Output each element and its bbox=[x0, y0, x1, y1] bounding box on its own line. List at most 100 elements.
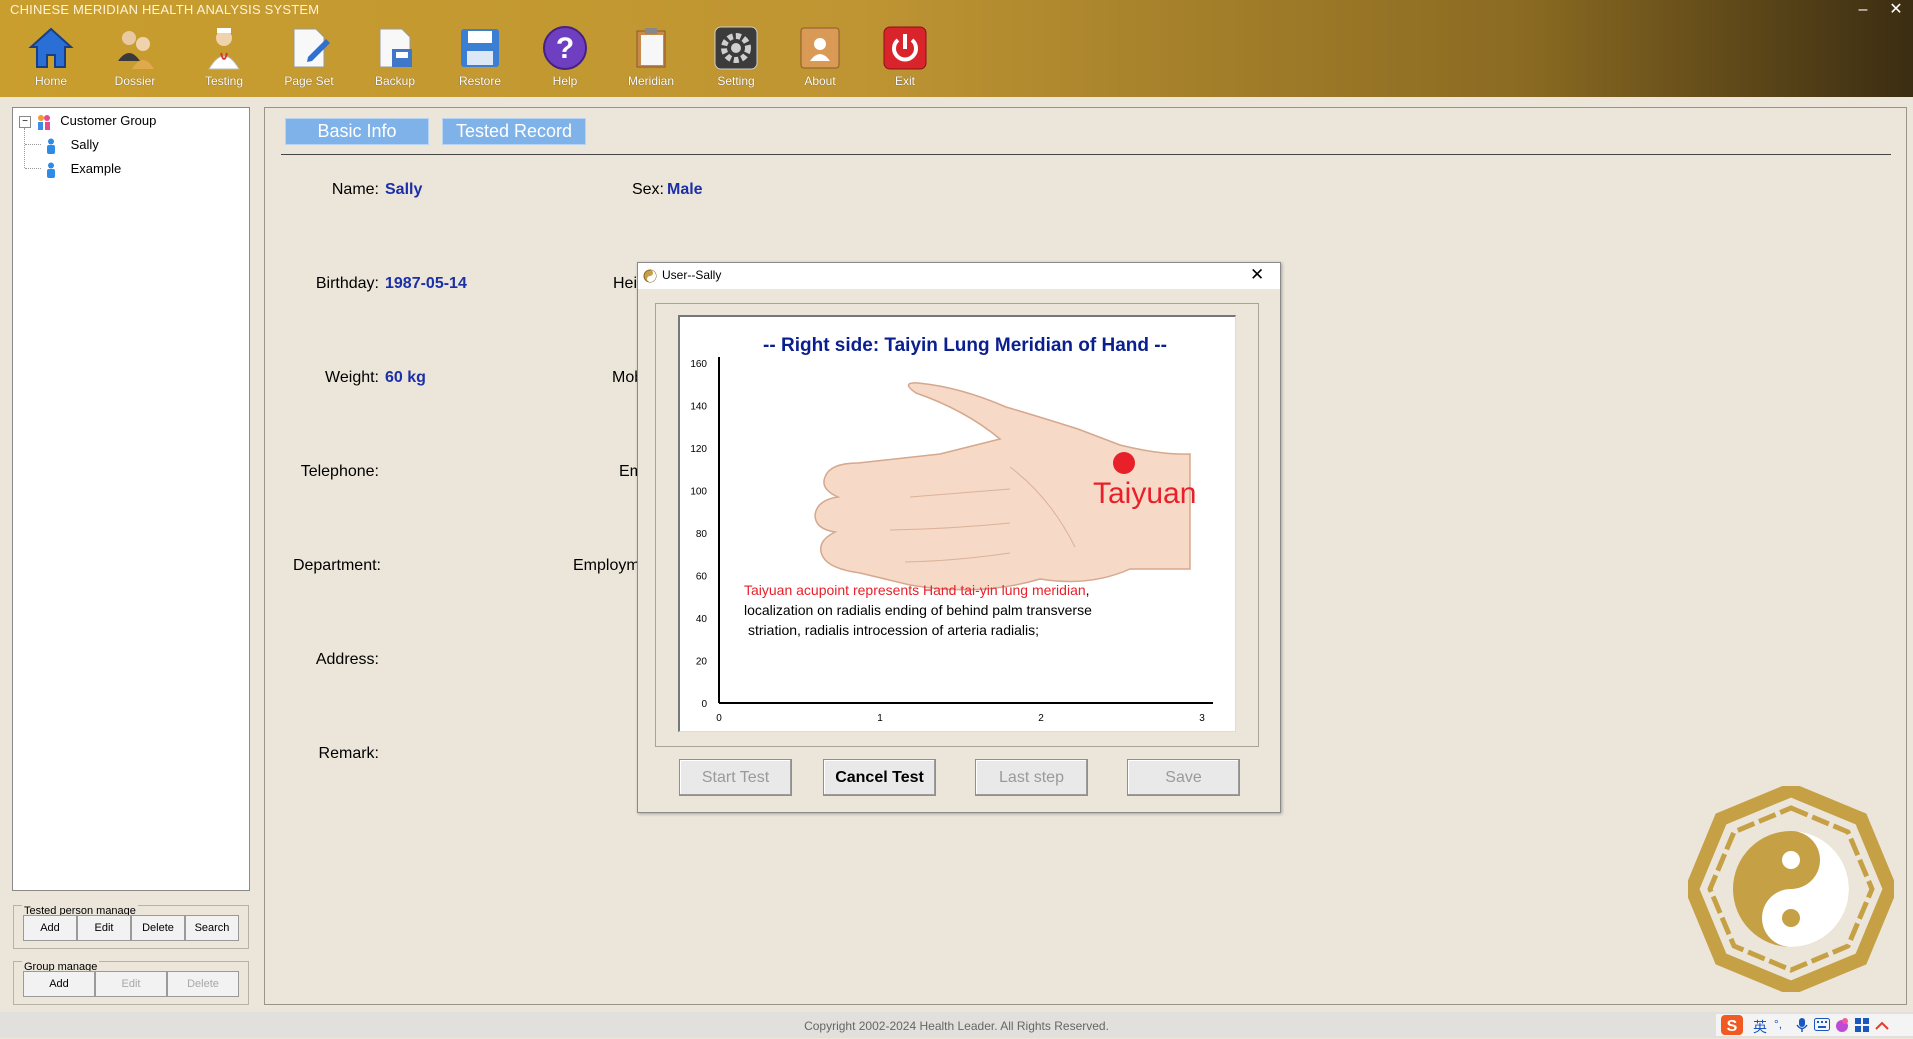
sex-label: Sex: bbox=[631, 181, 664, 198]
group-manage-group: Group manage Add Edit Delete bbox=[13, 961, 249, 1005]
search-person-button[interactable]: Search bbox=[185, 915, 239, 941]
tray-more-icon[interactable] bbox=[1874, 1017, 1890, 1036]
ime-language-indicator[interactable]: 英 bbox=[1753, 1017, 1767, 1037]
y-tick-label: 80 bbox=[696, 529, 708, 540]
edit-group-button[interactable]: Edit bbox=[95, 971, 167, 997]
svg-text:?: ? bbox=[556, 32, 574, 65]
backup-button[interactable]: Backup bbox=[355, 24, 435, 94]
keyboard-icon[interactable] bbox=[1814, 1018, 1830, 1034]
add-group-button[interactable]: Add bbox=[23, 971, 95, 997]
last-step-button[interactable]: Last step bbox=[975, 759, 1088, 796]
tree-root[interactable]: − Customer Group bbox=[19, 113, 156, 130]
edit-person-button[interactable]: Edit bbox=[77, 915, 131, 941]
meridian-button[interactable]: Meridian bbox=[611, 24, 691, 94]
backup-icon bbox=[371, 24, 419, 72]
about-button[interactable]: About bbox=[780, 24, 860, 94]
page-edit-icon bbox=[285, 24, 333, 72]
birthday-label: Birthday: bbox=[315, 275, 379, 292]
tab-divider bbox=[281, 154, 1891, 155]
people-icon bbox=[111, 24, 159, 72]
home-button[interactable]: Home bbox=[11, 24, 91, 94]
help-label: Help bbox=[552, 74, 578, 88]
dialog-close-button[interactable]: ✕ bbox=[1250, 265, 1264, 285]
floppy-icon bbox=[456, 24, 504, 72]
department-label: Department: bbox=[292, 557, 381, 574]
tab-basic-info[interactable]: Basic Info bbox=[285, 118, 429, 145]
page-set-button[interactable]: Page Set bbox=[269, 24, 349, 94]
y-tick-label: 140 bbox=[690, 402, 707, 413]
skin-icon[interactable] bbox=[1834, 1017, 1850, 1036]
tree-item-example[interactable]: Example bbox=[45, 161, 121, 178]
save-button[interactable]: Save bbox=[1127, 759, 1240, 796]
bagua-logo bbox=[1684, 782, 1898, 996]
exit-button[interactable]: Exit bbox=[865, 24, 945, 94]
y-tick-label: 40 bbox=[696, 614, 708, 625]
backup-label: Backup bbox=[374, 74, 416, 88]
clipboard-icon bbox=[627, 24, 675, 72]
restore-button[interactable]: Restore bbox=[440, 24, 520, 94]
acupoint-desc-red: Taiyuan acupoint represents Hand tai-yin… bbox=[744, 582, 1086, 598]
tree-item-sally[interactable]: Sally bbox=[45, 137, 99, 154]
name-label: Name: bbox=[331, 181, 379, 198]
start-test-button[interactable]: Start Test bbox=[679, 759, 792, 796]
address-label: Address: bbox=[315, 651, 379, 668]
status-bar: Copyright 2002-2024 Health Leader. All R… bbox=[0, 1012, 1913, 1038]
microphone-icon[interactable] bbox=[1796, 1017, 1808, 1036]
y-tick-label: 160 bbox=[690, 359, 707, 370]
chart-title: -- Right side: Taiyin Lung Meridian of H… bbox=[763, 335, 1167, 356]
delete-person-button[interactable]: Delete bbox=[131, 915, 185, 941]
testing-label: Testing bbox=[204, 74, 244, 88]
test-dialog: User--Sally ✕ -- Right side: Taiyin Lung… bbox=[637, 262, 1281, 813]
toolbox-icon[interactable] bbox=[1854, 1017, 1870, 1036]
height-label: Hei bbox=[613, 275, 638, 292]
y-tick-label: 20 bbox=[696, 657, 708, 668]
acupoint-desc-comma: , bbox=[1086, 582, 1090, 598]
dossier-button[interactable]: Dossier bbox=[95, 24, 175, 94]
weight-label: Weight: bbox=[325, 369, 379, 386]
x-tick-label: 2 bbox=[1038, 713, 1044, 724]
help-button[interactable]: ? Help bbox=[525, 24, 605, 94]
person-icon bbox=[45, 162, 57, 178]
x-tick-label: 3 bbox=[1199, 713, 1205, 724]
power-icon bbox=[881, 24, 929, 72]
doctor-icon bbox=[200, 24, 248, 72]
main-toolbar: CHINESE MERIDIAN HEALTH ANALYSIS SYSTEM … bbox=[0, 0, 1913, 97]
minimize-button[interactable]: – bbox=[1849, 0, 1877, 20]
help-icon: ? bbox=[541, 24, 589, 72]
meridian-chart: -- Right side: Taiyin Lung Meridian of H… bbox=[690, 335, 1213, 724]
cancel-test-button[interactable]: Cancel Test bbox=[823, 759, 936, 796]
telephone-label: Telephone: bbox=[300, 463, 379, 480]
exit-label: Exit bbox=[894, 74, 915, 88]
remark-label: Remark: bbox=[318, 745, 379, 762]
add-person-button[interactable]: Add bbox=[23, 915, 77, 941]
dialog-titlebar[interactable]: User--Sally ✕ bbox=[638, 263, 1280, 289]
customer-tree[interactable]: − Customer Group Sally Example bbox=[12, 107, 250, 891]
sogou-icon[interactable]: S bbox=[1720, 1014, 1744, 1039]
x-tick-label: 0 bbox=[716, 713, 722, 724]
dossier-label: Dossier bbox=[114, 74, 156, 88]
birthday-value: 1987-05-14 bbox=[385, 275, 467, 292]
ime-tray: S 英 °, bbox=[1716, 1014, 1913, 1036]
punctuation-indicator[interactable]: °, bbox=[1774, 1017, 1782, 1031]
weight-value: 60 kg bbox=[385, 369, 426, 386]
gear-icon bbox=[712, 24, 760, 72]
delete-group-button[interactable]: Delete bbox=[167, 971, 239, 997]
setting-label: Setting bbox=[717, 74, 755, 88]
tab-tested-record[interactable]: Tested Record bbox=[442, 118, 586, 145]
collapse-icon[interactable]: − bbox=[19, 115, 31, 128]
tested-person-manage-group: Tested person manage Add Edit Delete Sea… bbox=[13, 905, 249, 949]
svg-text:S: S bbox=[1727, 1018, 1738, 1035]
sex-value: Male bbox=[667, 181, 703, 198]
app-title: CHINESE MERIDIAN HEALTH ANALYSIS SYSTEM bbox=[10, 2, 320, 17]
acupoint-desc-line2: localization on radialis ending of behin… bbox=[744, 602, 1092, 618]
close-window-button[interactable]: ✕ bbox=[1882, 0, 1910, 20]
setting-button[interactable]: Setting bbox=[696, 24, 776, 94]
testing-button[interactable]: Testing bbox=[184, 24, 264, 94]
chart-area: -- Right side: Taiyin Lung Meridian of H… bbox=[678, 315, 1236, 732]
copyright-text: Copyright 2002-2024 Health Leader. All R… bbox=[804, 1019, 1109, 1033]
restore-label: Restore bbox=[458, 74, 502, 88]
home-icon bbox=[27, 24, 75, 72]
svg-text:Taiyuan acupoint represents Ha: Taiyuan acupoint represents Hand tai-yin… bbox=[744, 582, 1090, 598]
about-icon bbox=[796, 24, 844, 72]
tree-item-label: Sally bbox=[70, 137, 99, 152]
